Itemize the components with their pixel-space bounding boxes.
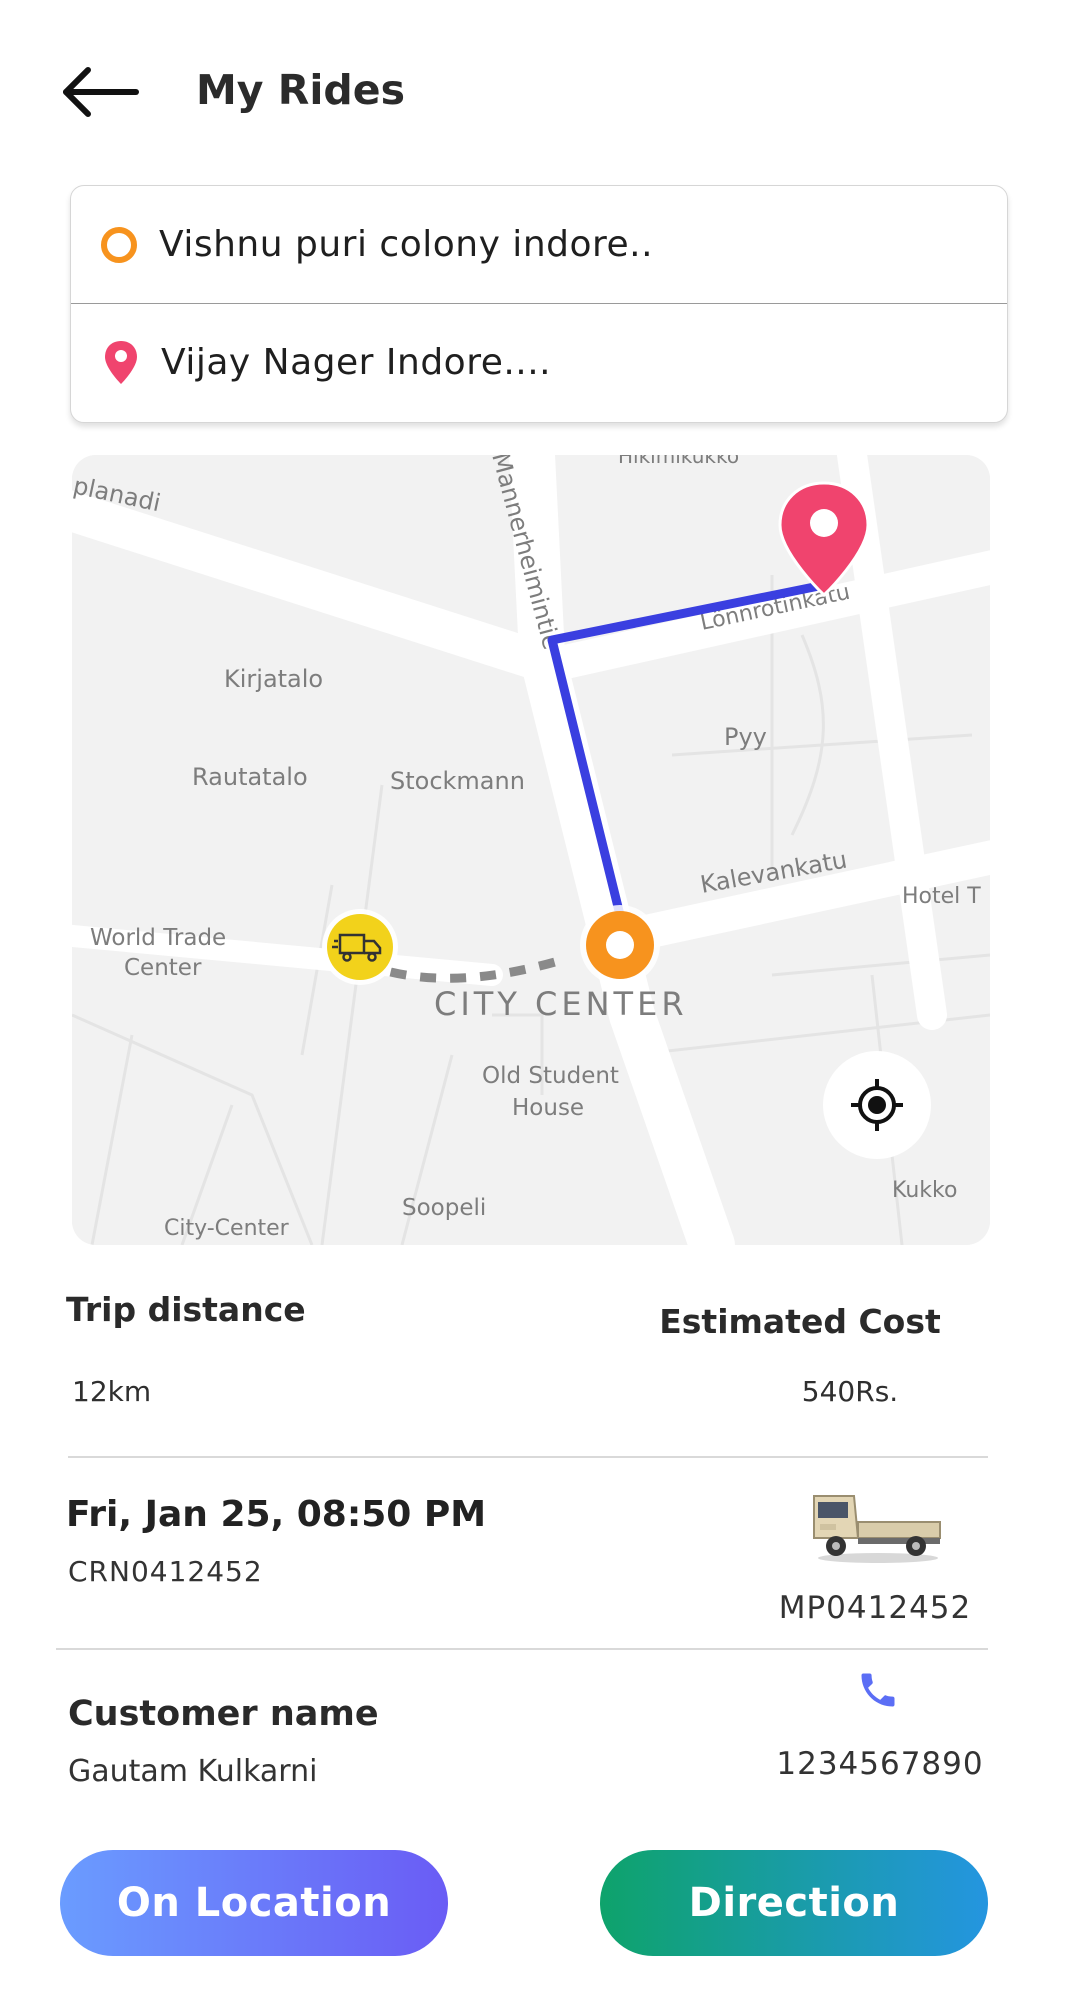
trip-distance-label: Trip distance xyxy=(66,1290,306,1329)
vehicle-number: MP0412452 xyxy=(778,1590,972,1626)
ride-datetime: Fri, Jan 25, 08:50 PM xyxy=(66,1494,487,1535)
map-label: Hotel T xyxy=(902,884,981,909)
customer-phone-number[interactable]: 1234567890 xyxy=(760,1746,1000,1782)
back-button[interactable] xyxy=(58,58,148,128)
divider xyxy=(68,1456,988,1458)
map-label: Kirjatalo xyxy=(224,665,323,693)
map-label: Pyy xyxy=(724,723,767,751)
map-label: World Trade xyxy=(90,925,226,951)
route-map[interactable]: Kirjatalo Rautatalo Stockmann World Trad… xyxy=(72,455,990,1245)
map-label: Stockmann xyxy=(390,767,525,795)
drop-address-field[interactable]: Vijay Nager Indore.... xyxy=(71,304,1007,421)
map-label: Rautatalo xyxy=(192,763,308,791)
pickup-address-field[interactable]: Vishnu puri colony indore.. xyxy=(71,186,1007,304)
customer-name-value: Gautam Kulkarni xyxy=(68,1754,318,1789)
map-label: Kukko xyxy=(892,1178,957,1203)
map-label: City-Center xyxy=(164,1216,290,1241)
map-label: Center xyxy=(124,955,202,981)
truck-marker xyxy=(322,909,398,985)
address-card: Vishnu puri colony indore.. Vijay Nager … xyxy=(70,185,1008,423)
direction-button[interactable]: Direction xyxy=(600,1850,988,1956)
trip-distance-value: 12km xyxy=(72,1375,152,1408)
on-location-button[interactable]: On Location xyxy=(60,1850,448,1956)
map-label: Soopeli xyxy=(402,1195,486,1221)
customer-name-label: Customer name xyxy=(68,1694,379,1734)
map-label: House xyxy=(512,1095,584,1121)
map-label: Old Student xyxy=(482,1063,619,1089)
pickup-address-text: Vishnu puri colony indore.. xyxy=(159,224,654,265)
drop-address-text: Vijay Nager Indore.... xyxy=(161,342,552,383)
phone-icon[interactable] xyxy=(856,1668,900,1712)
pickup-ring-icon xyxy=(101,226,137,263)
pickup-marker xyxy=(580,905,660,985)
pickup-truck-icon xyxy=(813,1495,941,1563)
map-label: Hikimikukko xyxy=(618,455,739,468)
estimated-cost-label: Estimated Cost xyxy=(659,1302,941,1341)
ride-crn: CRN0412452 xyxy=(68,1555,263,1588)
page-title: My Rides xyxy=(196,66,405,114)
back-arrow-icon xyxy=(63,67,139,117)
locate-me-button[interactable] xyxy=(823,1051,931,1159)
map-label: CITY CENTER xyxy=(434,985,688,1023)
estimated-cost-value: 540Rs. xyxy=(801,1375,899,1408)
divider xyxy=(56,1648,988,1650)
location-pin-icon xyxy=(105,340,137,384)
